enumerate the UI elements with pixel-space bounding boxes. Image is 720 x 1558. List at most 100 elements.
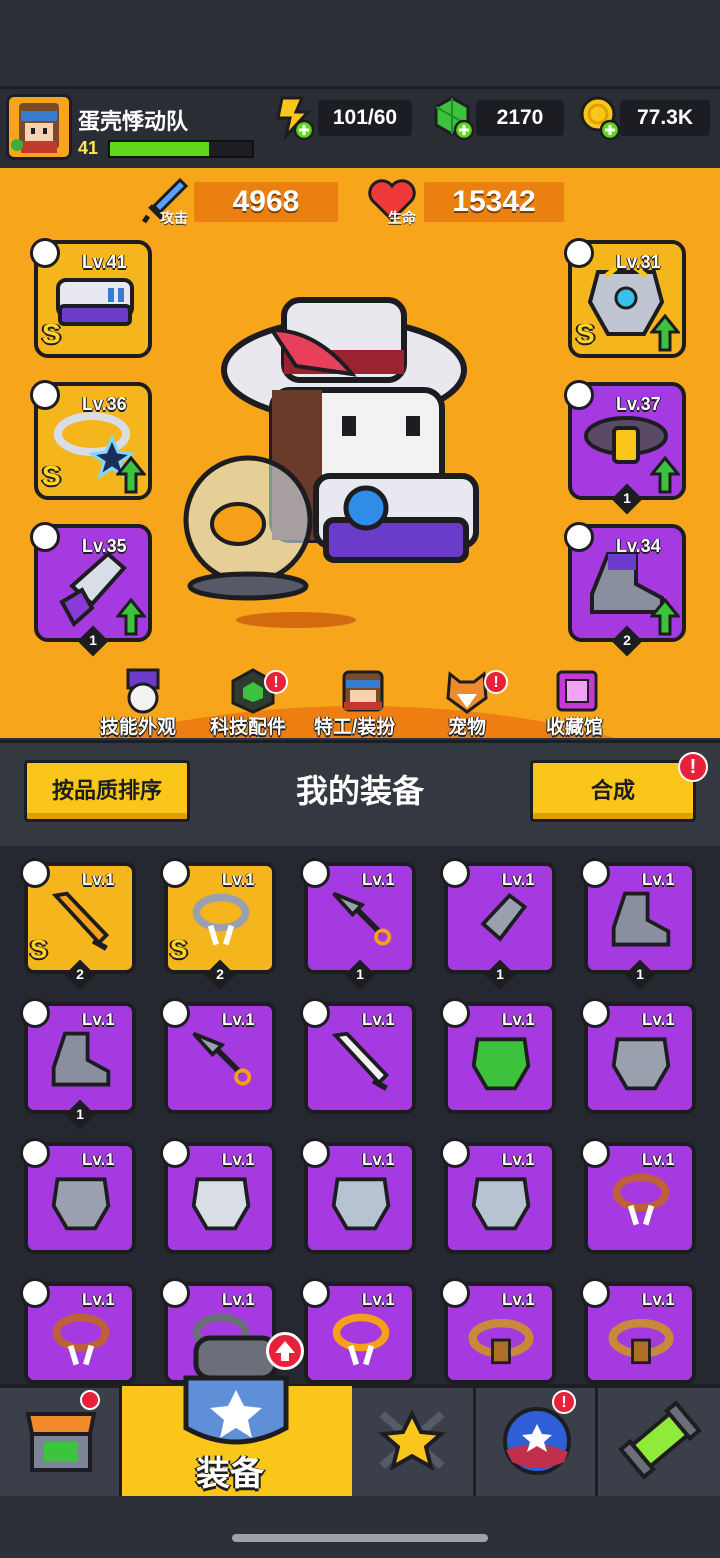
- weapon-level: Lv.41: [82, 252, 127, 272]
- item-level: Lv.1: [502, 1290, 535, 1309]
- upgrade-arrow-icon: [650, 314, 680, 352]
- collection-chest-icon[interactable]: [552, 668, 602, 714]
- item-type-badge: [160, 998, 190, 1028]
- sort-by-quality-button[interactable]: 按品质排序: [24, 760, 190, 822]
- item-type-badge: [440, 1138, 470, 1168]
- upgrade-arrow-icon: [650, 456, 680, 494]
- item-type-badge: [440, 858, 470, 888]
- necklace-icon: [192, 893, 250, 946]
- xp-fill: [110, 142, 210, 156]
- item-count: 1: [496, 966, 504, 982]
- blaster-gun-icon: [56, 278, 134, 326]
- armor-grade: S: [576, 318, 595, 349]
- player-avatar[interactable]: [6, 94, 72, 160]
- armor-steel-icon: [471, 1177, 531, 1231]
- item-type-badge: [160, 858, 190, 888]
- item-level: Lv.1: [222, 1150, 255, 1169]
- item-type-badge: [300, 1278, 330, 1308]
- belt-count: 1: [623, 490, 631, 506]
- evolve-capsule-icon: [618, 1400, 702, 1480]
- home-indicator: [232, 1534, 488, 1542]
- menu-tech-parts[interactable]: 科技配件: [210, 712, 286, 739]
- item-level: Lv.1: [502, 870, 535, 889]
- item-type-badge: [440, 998, 470, 1028]
- upgrade-arrow-icon: [116, 456, 146, 494]
- item-level: Lv.1: [222, 1010, 255, 1029]
- belt-type-badge: [564, 380, 594, 410]
- item-type-badge: [160, 1278, 190, 1308]
- kunai-icon: [332, 891, 392, 946]
- pet-alert-badge: !: [484, 670, 508, 694]
- attack-label: 攻击: [160, 210, 188, 226]
- fang-necklace-icon: [612, 1173, 670, 1226]
- item-level: Lv.1: [82, 1150, 115, 1169]
- energy-value: 101/60: [318, 100, 412, 136]
- merge-button[interactable]: 合成: [530, 760, 696, 822]
- item-type-badge: [160, 1138, 190, 1168]
- agent-character-icon: [183, 297, 479, 628]
- item-type-badge: [20, 998, 50, 1028]
- kunai-icon: [192, 1031, 252, 1086]
- energy-icon[interactable]: [272, 94, 316, 140]
- armor-steel-icon: [331, 1177, 391, 1231]
- agent-costume-icon[interactable]: [338, 668, 388, 714]
- challenge-alert-badge: !: [552, 1390, 576, 1414]
- item-level: Lv.1: [642, 1290, 675, 1309]
- menu-skill-skin[interactable]: 技能外观: [100, 712, 176, 739]
- weapon-type-badge: [30, 238, 60, 268]
- item-type-badge: [20, 1278, 50, 1308]
- fang-necklace-icon: [52, 1313, 110, 1366]
- boots-level: Lv.34: [616, 536, 661, 556]
- armor-green-icon: [471, 1037, 531, 1091]
- equipment-upgrade-badge: [266, 1332, 304, 1370]
- item-type-badge: [580, 1278, 610, 1308]
- armor-plate-icon: [191, 1177, 251, 1231]
- item-level: Lv.1: [502, 1150, 535, 1169]
- item-grade: S: [170, 934, 188, 964]
- item-type-badge: [440, 1278, 470, 1308]
- item-level: Lv.1: [222, 1290, 255, 1309]
- item-level: Lv.1: [82, 870, 115, 889]
- item-type-badge: [300, 998, 330, 1028]
- xp-bar: [108, 140, 254, 158]
- hp-value: 15342: [424, 182, 564, 222]
- status-bar-area: [0, 0, 720, 86]
- pet-dog-icon[interactable]: [442, 668, 492, 714]
- belt-level: Lv.37: [616, 394, 661, 414]
- gem-icon[interactable]: [432, 94, 476, 140]
- item-level: Lv.1: [222, 870, 255, 889]
- armor-gem-icon: [611, 1037, 671, 1091]
- item-level: Lv.1: [82, 1290, 115, 1309]
- boots-count: 2: [623, 632, 631, 648]
- item-type-badge: [580, 998, 610, 1028]
- necklace-level: Lv.36: [82, 394, 127, 414]
- machete-icon: [331, 1031, 390, 1091]
- lantern-necklace-icon: [332, 1313, 390, 1366]
- shop-gift-badge: [80, 1390, 100, 1410]
- item-type-badge: [300, 1138, 330, 1168]
- gloves-count: 1: [89, 632, 97, 648]
- player-name: 蛋壳悸动队: [78, 109, 189, 134]
- item-type-badge: [580, 858, 610, 888]
- boots-icon: [611, 891, 671, 947]
- coin-icon[interactable]: [578, 94, 622, 140]
- tech-alert-badge: !: [264, 670, 288, 694]
- item-type-badge: [580, 1138, 610, 1168]
- item-count: 1: [356, 966, 364, 982]
- player-level: 41: [78, 138, 99, 158]
- menu-pet[interactable]: 宠物: [448, 712, 486, 739]
- menu-collection[interactable]: 收藏馆: [546, 712, 603, 739]
- boots-icon: [51, 1031, 111, 1087]
- rope-belt-icon: [608, 1318, 674, 1365]
- item-type-badge: [20, 858, 50, 888]
- attack-value: 4968: [194, 182, 338, 222]
- skill-skin-icon[interactable]: [118, 668, 168, 714]
- necklace-grade: S: [42, 460, 61, 491]
- item-count: 2: [216, 966, 224, 982]
- sword-icon: [51, 891, 110, 951]
- item-count: 1: [636, 966, 644, 982]
- up-arrow-icon: [275, 1341, 295, 1361]
- item-level: Lv.1: [362, 870, 395, 889]
- shop-icon: [25, 1412, 97, 1472]
- menu-agent-costume[interactable]: 特工/装扮: [314, 712, 395, 739]
